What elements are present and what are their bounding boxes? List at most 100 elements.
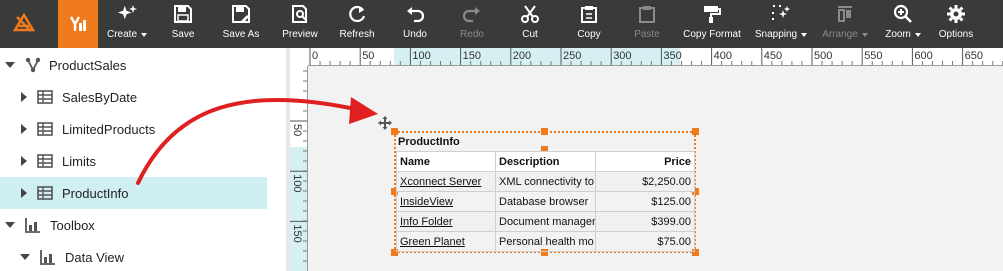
ruler-label: 300	[613, 50, 631, 62]
column-header[interactable]: Description	[495, 151, 596, 172]
ruler-label: 50	[291, 124, 303, 136]
create-label: Create	[106, 29, 137, 40]
cut-icon	[521, 5, 539, 23]
table-icon	[37, 90, 53, 104]
report-designer: Create Save Save As Preview Refresh Undo	[0, 0, 1003, 271]
table-row[interactable]: InsideView Database browser $125.00	[396, 191, 695, 212]
arrange-icon	[838, 6, 852, 22]
paste-icon	[639, 6, 655, 23]
product-name-link[interactable]: InsideView	[400, 196, 453, 208]
ruler-ticks: 50 100 150	[290, 70, 307, 262]
column-header[interactable]: Price	[595, 151, 695, 172]
snapping-button[interactable]: Snapping	[748, 0, 814, 48]
zoom-icon	[893, 4, 912, 23]
column-header[interactable]: Name	[396, 151, 496, 172]
product-name-link[interactable]: Info Folder	[400, 216, 453, 228]
expand-arrow-icon[interactable]	[21, 188, 27, 198]
tree-item-limitedproducts[interactable]: LimitedProducts	[0, 113, 286, 145]
chart-icon	[25, 218, 40, 233]
ruler-label: 100	[291, 174, 303, 192]
save-as-button[interactable]: Save As	[210, 0, 272, 48]
data-source-tree: ProductSales SalesByDate LimitedProducts…	[0, 48, 286, 271]
expand-arrow-icon[interactable]	[5, 222, 15, 228]
expand-arrow-icon[interactable]	[21, 92, 27, 102]
save-icon	[174, 5, 192, 23]
cut-button[interactable]: Cut	[500, 0, 560, 48]
logo-icon	[12, 12, 36, 32]
table-row[interactable]: Info Folder Document manager $399.00	[396, 211, 695, 232]
save-button[interactable]: Save	[156, 0, 210, 48]
paste-button[interactable]: Paste	[618, 0, 676, 48]
app-logo[interactable]	[0, 0, 48, 48]
copy-format-button[interactable]: Copy Format	[676, 0, 748, 48]
ruler-label: 0	[312, 50, 318, 62]
options-button[interactable]: Options	[930, 0, 982, 48]
copy-button[interactable]: Copy	[560, 0, 618, 48]
tree-item-label: LimitedProducts	[62, 121, 156, 137]
move-handle-icon[interactable]	[378, 116, 392, 130]
expand-arrow-icon[interactable]	[20, 254, 30, 260]
ruler-label: 100	[412, 50, 430, 62]
resize-handle[interactable]	[391, 128, 398, 135]
expand-arrow-icon[interactable]	[5, 62, 15, 68]
tree-item-data-view[interactable]: Data View	[0, 241, 286, 271]
tree-item-label: ProductInfo	[62, 185, 129, 201]
create-icon	[118, 5, 137, 20]
cut-label: Cut	[522, 29, 538, 40]
tree-item-label: SalesByDate	[62, 89, 138, 105]
report-table[interactable]: Name Description Price Xconnect Server X…	[396, 151, 695, 252]
product-name-link[interactable]: Xconnect Server	[400, 176, 481, 188]
expand-arrow-icon[interactable]	[21, 156, 27, 166]
tree-item-productinfo[interactable]: ProductInfo	[0, 177, 267, 209]
table-row[interactable]: Xconnect Server XML connectivity to $2,2…	[396, 171, 695, 192]
undo-icon	[407, 7, 425, 23]
copy-label: Copy	[577, 29, 601, 40]
redo-icon	[462, 7, 480, 23]
create-button[interactable]: Create	[98, 0, 156, 48]
ruler-label: 500	[814, 50, 832, 62]
tree-item-label: ProductSales	[49, 57, 127, 73]
preview-button[interactable]: Preview	[272, 0, 328, 48]
ruler-label: 150	[463, 50, 481, 62]
ruler-ticks: 0 50 100 150 200 250 300 350 400 450 500 550 600 650	[309, 48, 1003, 65]
snapping-label: Snapping	[754, 29, 798, 40]
table-row[interactable]: Green Planet Personal health mo $75.00	[396, 231, 695, 252]
zoom-button[interactable]: Zoom	[876, 0, 930, 48]
resize-handle[interactable]	[541, 128, 548, 135]
tree-item-toolbox[interactable]: Toolbox	[0, 209, 286, 241]
product-name-link[interactable]: Green Planet	[400, 236, 465, 248]
arrange-label: Arrange	[822, 29, 858, 40]
undo-button[interactable]: Undo	[386, 0, 444, 48]
ruler-label: 50	[362, 50, 374, 62]
tree-item-label: Toolbox	[50, 217, 95, 233]
hierarchy-icon	[25, 57, 41, 73]
resize-handle[interactable]	[692, 128, 699, 135]
refresh-label: Refresh	[339, 29, 375, 40]
preview-icon	[292, 5, 307, 23]
ruler-label: 250	[563, 50, 581, 62]
expand-arrow-icon[interactable]	[21, 124, 27, 134]
data-view-app-button[interactable]	[58, 0, 98, 48]
refresh-icon	[349, 5, 366, 23]
ruler-label: 350	[663, 50, 681, 62]
ruler-label: 400	[714, 50, 732, 62]
tree-item-label: Limits	[62, 153, 96, 169]
paste-label: Paste	[634, 29, 660, 40]
toolbar: Create Save Save As Preview Refresh Undo	[0, 0, 1003, 48]
redo-button[interactable]: Redo	[444, 0, 500, 48]
copy-format-label: Copy Format	[683, 29, 741, 40]
options-label: Options	[938, 29, 974, 40]
refresh-button[interactable]: Refresh	[328, 0, 386, 48]
tree-item-productsales[interactable]: ProductSales	[0, 49, 286, 81]
chart-icon	[40, 250, 55, 265]
arrange-button[interactable]: Arrange	[814, 0, 876, 48]
undo-label: Undo	[403, 29, 427, 40]
ruler-label: 650	[965, 50, 983, 62]
table-cell: $125.00	[595, 191, 695, 212]
toolbar-items: Create Save Save As Preview Refresh Undo	[98, 0, 982, 48]
tree-item-limits[interactable]: Limits	[0, 145, 286, 177]
table-icon	[37, 186, 53, 200]
tree-item-salesbydate[interactable]: SalesByDate	[0, 81, 286, 113]
copy-icon	[581, 6, 597, 23]
table-header-row: Name Description Price	[396, 151, 695, 172]
